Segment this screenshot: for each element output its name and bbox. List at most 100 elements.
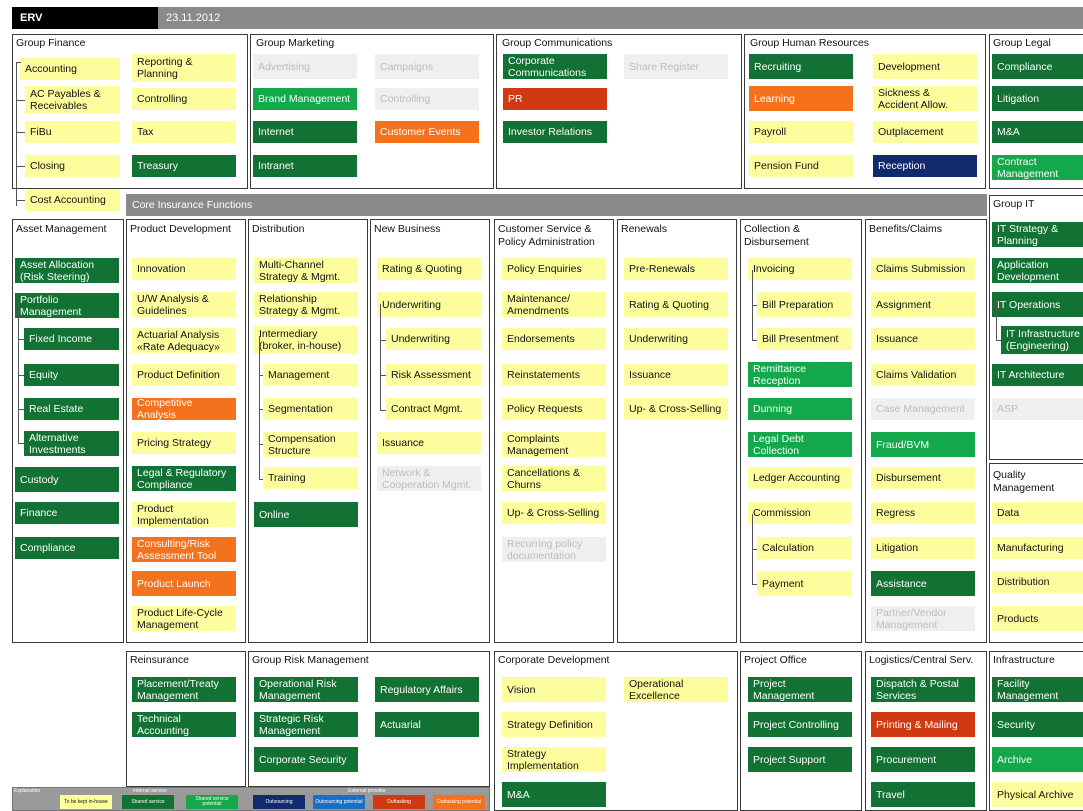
capability-commission: Commission: [748, 502, 852, 524]
capability-share-register: Share Register: [624, 54, 728, 79]
capability-litigation: Litigation: [992, 86, 1083, 111]
company-label: ERV: [12, 7, 158, 29]
capability-project-support: Project Support: [748, 747, 852, 772]
capability-pr: PR: [503, 88, 607, 110]
capability-dunning: Dunning: [748, 398, 852, 420]
panel-title: New Business: [374, 223, 441, 235]
capability-asset-allocation-risk-steering: Asset Allocation (Risk Steering): [15, 258, 119, 283]
panel-title: Logistics/Central Serv.: [869, 654, 974, 666]
capability-ledger-accounting: Ledger Accounting: [748, 467, 852, 489]
capability-manufacturing: Manufacturing: [992, 537, 1083, 559]
capability-tax: Tax: [132, 121, 236, 143]
capability-complaints-management: Complaints Management: [502, 432, 606, 457]
capability-advertising: Advertising: [253, 54, 357, 79]
capability-m-a: M&A: [502, 782, 606, 807]
legend-outtasking: Outtasking: [373, 795, 425, 809]
capability-corporate-security: Corporate Security: [254, 747, 358, 772]
date-label: 23.11.2012: [158, 7, 1083, 29]
capability-accounting: Accounting: [20, 58, 120, 80]
panel-title: Group IT: [993, 198, 1035, 210]
capability-segmentation: Segmentation: [263, 398, 358, 420]
tree-connector: [16, 200, 25, 201]
capability-printing-mailing: Printing & Mailing: [871, 712, 975, 737]
panel-title: Collection & Disbursement: [744, 223, 809, 248]
tree-connector: [16, 100, 25, 101]
legend-internal-label: internal service: [133, 787, 167, 794]
capability-u-w-analysis-guidelines: U/W Analysis & Guidelines: [132, 292, 236, 317]
capability-issuance: Issuance: [377, 432, 481, 454]
panel-title: Group Human Resources: [750, 37, 870, 49]
capability-facility-management: Facility Management: [992, 677, 1083, 702]
core-functions-strip: Core Insurance Functions: [126, 194, 987, 216]
tree-connector: [259, 336, 260, 479]
capability-risk-assessment: Risk Assessment: [386, 364, 481, 386]
capability-operational-risk-management: Operational Risk Management: [254, 677, 358, 702]
capability-finance: Finance: [15, 502, 119, 524]
capability-custody: Custody: [15, 467, 119, 492]
capability-procurement: Procurement: [871, 747, 975, 772]
capability-remittance-reception: Remittance Reception: [748, 362, 852, 387]
tree-connector: [752, 305, 757, 306]
capability-invoicing: Invoicing: [748, 258, 852, 280]
panel-customer-service-policy-administration: [494, 219, 614, 643]
capability-product-implementation: Product Implementation: [132, 502, 236, 527]
panel-title: Group Legal: [993, 37, 1051, 49]
capability-fibu: FiBu: [25, 121, 120, 143]
capability-portfolio-management: Portfolio Management: [15, 293, 119, 318]
capability-internet: Internet: [253, 121, 357, 143]
capability-reception: Reception: [873, 155, 977, 177]
capability-calculation: Calculation: [757, 537, 852, 559]
capability-online: Online: [254, 502, 358, 527]
capability-recurring-policy-documentation: Recurring policy documentation: [502, 537, 606, 562]
capability-underwriting: Underwriting: [386, 328, 481, 350]
capability-pricing-strategy: Pricing Strategy: [132, 432, 236, 454]
capability-it-operations: IT Operations: [992, 292, 1083, 317]
tree-connector: [752, 340, 757, 341]
capability-compensation-structure: Compensation Structure: [263, 432, 358, 457]
capability-claims-submission: Claims Submission: [871, 258, 975, 280]
tree-connector: [259, 375, 263, 376]
panel-title: Product Development: [130, 223, 231, 235]
capability-endorsements: Endorsements: [502, 328, 606, 350]
capability-rating-quoting: Rating & Quoting: [624, 292, 728, 317]
legend-title: Explanation: [14, 787, 41, 794]
capability-payment: Payment: [757, 571, 852, 596]
capability-closing: Closing: [25, 155, 120, 177]
tree-connector: [18, 303, 19, 443]
tree-connector: [752, 549, 757, 550]
capability-ac-payables-receivables: AC Payables & Receivables: [25, 86, 120, 114]
capability-development: Development: [873, 54, 977, 79]
capability-actuarial-analysis-rate-adequacy: Actuarial Analysis «Rate Adequacy»: [132, 328, 236, 353]
capability-rating-quoting: Rating & Quoting: [377, 258, 481, 280]
capability-multi-channel-strategy-mgmt: Multi-Channel Strategy & Mgmt.: [254, 258, 358, 283]
capability-technical-accounting: Technical Accounting: [132, 712, 236, 737]
capability-recruiting: Recruiting: [749, 54, 853, 79]
capability-project-controlling: Project Controlling: [748, 712, 852, 737]
tree-connector: [18, 409, 24, 410]
tree-connector: [259, 444, 263, 445]
capability-customer-events: Customer Events: [375, 121, 479, 143]
capability-controlling: Controlling: [132, 88, 236, 110]
capability-sickness-accident-allow: Sickness & Accident Allow.: [873, 86, 977, 111]
capability-bill-presentment: Bill Presentment: [757, 328, 852, 350]
capability-asp: ASP: [992, 398, 1083, 420]
capability-relationship-strategy-mgmt: Relationship Strategy & Mgmt.: [254, 292, 358, 317]
panel-title: Project Office: [744, 654, 807, 666]
tree-connector: [18, 443, 24, 444]
panel-new-business: [370, 219, 490, 643]
panel-title: Asset Management: [16, 223, 107, 235]
capability-brand-management: Brand Management: [253, 88, 357, 110]
capability-maintenance-amendments: Maintenance/ Amendments: [502, 292, 606, 317]
capability-reinstatements: Reinstatements: [502, 364, 606, 386]
legend-outsourcing-potential: Outsourcing potential: [313, 795, 365, 809]
capability-partner-vendor-management: Partner/Vendor Management: [871, 606, 975, 631]
capability-management: Management: [263, 364, 358, 386]
capability-physical-archive: Physical Archive: [992, 782, 1083, 807]
tree-connector: [380, 410, 386, 411]
capability-competitive-analysis: Competitive Analysis: [132, 398, 236, 420]
panel-renewals: [617, 219, 737, 643]
capability-claims-validation: Claims Validation: [871, 364, 975, 386]
tree-connector: [259, 409, 263, 410]
capability-strategy-definition: Strategy Definition: [502, 712, 606, 737]
capability-contract-management: Contract Management: [992, 155, 1083, 180]
